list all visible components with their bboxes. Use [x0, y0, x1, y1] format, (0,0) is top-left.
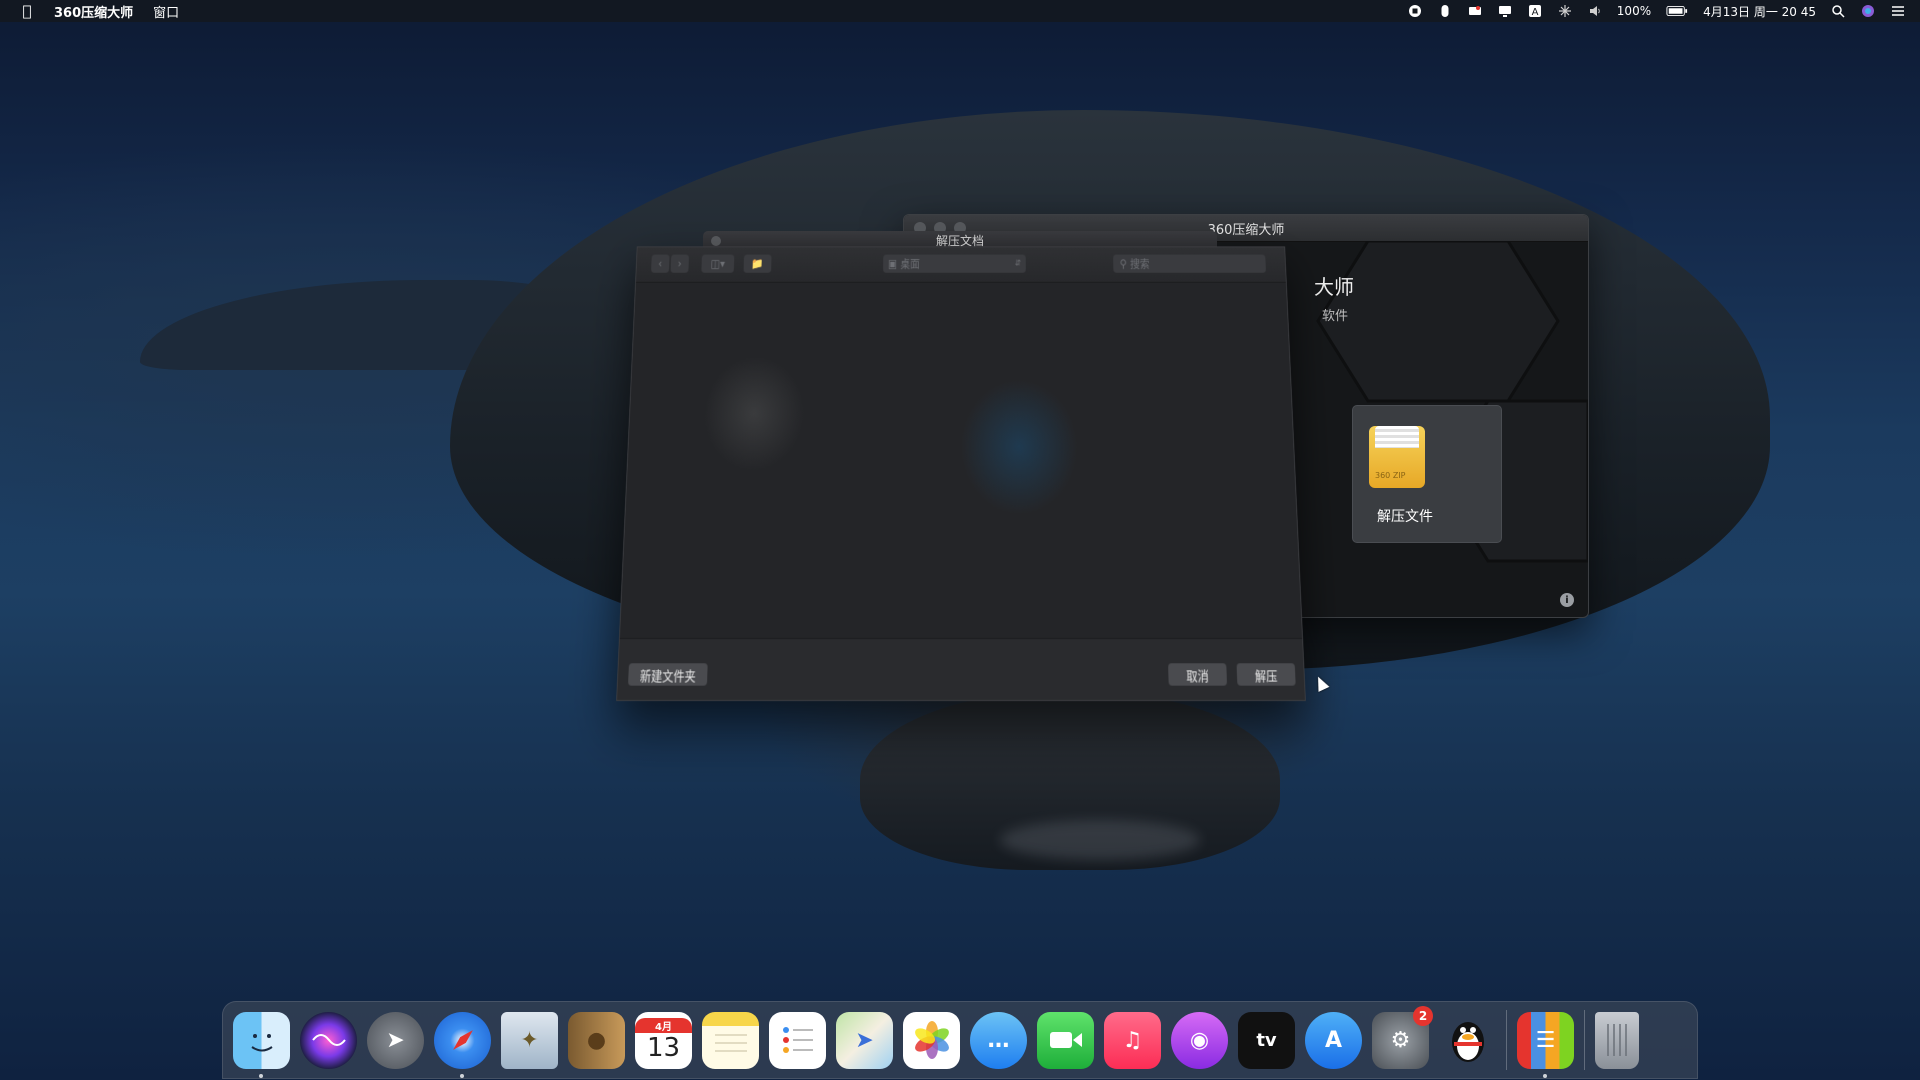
dock-podcasts[interactable]: ◉	[1171, 1011, 1228, 1069]
running-indicator	[460, 1073, 464, 1078]
dock-notes[interactable]	[702, 1011, 759, 1069]
tv-label: tv	[1256, 1029, 1277, 1051]
chevron-updown-icon: ⇵	[1014, 259, 1021, 269]
siri-icon[interactable]	[1860, 4, 1876, 18]
dock-photos[interactable]	[903, 1011, 960, 1069]
menu-datetime[interactable]: 4月13日 周一 20 45	[1703, 3, 1816, 20]
dock-360-zip[interactable]: ☰	[1517, 1011, 1574, 1078]
dock-trash[interactable]	[1595, 1011, 1639, 1069]
file-browser-area[interactable]	[619, 282, 1303, 639]
dock-reminders[interactable]	[769, 1011, 826, 1069]
menu-bar-status: A 100% 4月13日 周一 20 45	[1407, 0, 1906, 22]
app-store-a-icon: A	[1324, 1027, 1343, 1053]
calendar-month: 4月	[635, 1017, 692, 1033]
reminders-list-icon	[782, 1027, 813, 1053]
rocket-icon: ➤	[386, 1027, 405, 1053]
menu-window[interactable]: 窗口	[153, 2, 179, 21]
extract-button[interactable]: 解压	[1236, 663, 1296, 686]
dock-app-store[interactable]: A	[1305, 1011, 1362, 1069]
zip-icon-tag: 360 ZIP	[1375, 471, 1406, 480]
folder-icon: ▣	[887, 257, 898, 271]
dock-safari[interactable]	[434, 1011, 491, 1078]
dock-launchpad[interactable]: ➤	[367, 1011, 424, 1069]
extract-file-label: 解压文件	[1377, 509, 1433, 525]
extract-dialog-wrapper: ‹ › ◫▾ 📁 ▣ 桌面 ⇵ ⚲ 搜索 新建文件夹 取消 解压	[560, 229, 1360, 701]
extract-dialog: ‹ › ◫▾ 📁 ▣ 桌面 ⇵ ⚲ 搜索 新建文件夹 取消 解压	[616, 246, 1306, 701]
dialog-footer: 新建文件夹 取消 解压	[617, 638, 1305, 700]
input-a-icon[interactable]: A	[1527, 4, 1543, 18]
dock-facetime[interactable]	[1037, 1011, 1094, 1069]
compass-icon	[452, 1030, 473, 1050]
running-indicator	[259, 1073, 263, 1078]
dock-mail[interactable]: ✦	[501, 1011, 558, 1069]
message-bubble-icon: …	[987, 1027, 1010, 1053]
network-icon[interactable]	[1557, 4, 1573, 18]
dock-separator	[1506, 1010, 1507, 1070]
search-icon[interactable]	[1830, 4, 1846, 18]
desktop-wave-foam	[1000, 820, 1200, 860]
books-stack-icon: ☰	[1535, 1027, 1556, 1053]
folder-icon: 📁	[751, 257, 764, 271]
info-icon[interactable]: i	[1560, 593, 1574, 607]
music-note-icon: ♫	[1122, 1027, 1143, 1053]
calendar-day: 13	[646, 1032, 681, 1063]
dock-siri[interactable]	[300, 1011, 357, 1069]
photos-flower-icon	[914, 1021, 949, 1059]
chevron-right-icon: ›	[677, 257, 682, 271]
finder-icon	[250, 1034, 273, 1052]
dock-system-preferences[interactable]: ⚙ 2	[1372, 1005, 1433, 1069]
map-pin-icon: ➤	[855, 1027, 874, 1053]
apple-icon[interactable]: 	[18, 2, 36, 20]
chevron-left-icon: ‹	[658, 257, 663, 271]
dock-separator	[1584, 1010, 1585, 1070]
eagle-stamp-icon: ✦	[520, 1027, 539, 1053]
extract-file-card[interactable]: 360 ZIP 解压文件	[1352, 405, 1502, 543]
notes-lines-icon	[714, 1034, 747, 1052]
new-folder-toolbar-button[interactable]: 📁	[743, 254, 772, 273]
gear-icon: ⚙	[1390, 1027, 1411, 1053]
forward-button[interactable]: ›	[670, 254, 690, 273]
location-popup[interactable]: ▣ 桌面 ⇵	[883, 254, 1026, 273]
list-icon[interactable]	[1890, 4, 1906, 18]
back-button[interactable]: ‹	[651, 254, 670, 273]
battery-percent: 100%	[1616, 4, 1652, 18]
dock-maps[interactable]: ➤	[836, 1011, 893, 1069]
menu-bar:  360压缩大师 窗口 A 100% 4月13日 周一 20 45	[0, 0, 1920, 22]
new-folder-button[interactable]: 新建文件夹	[627, 663, 708, 686]
search-icon: ⚲	[1119, 257, 1128, 271]
running-indicator	[1543, 1073, 1547, 1078]
cancel-button[interactable]: 取消	[1168, 663, 1228, 686]
dock-messages[interactable]: …	[970, 1011, 1027, 1069]
location-label: 桌面	[900, 257, 920, 271]
podcast-icon: ◉	[1189, 1027, 1210, 1053]
dialog-toolbar: ‹ › ◫▾ 📁 ▣ 桌面 ⇵ ⚲ 搜索	[635, 247, 1286, 283]
search-field[interactable]: ⚲ 搜索	[1113, 254, 1267, 273]
qq-penguin-icon	[1451, 1022, 1484, 1062]
cast-icon[interactable]	[1467, 4, 1483, 18]
view-mode-button[interactable]: ◫▾	[701, 254, 735, 273]
dock-finder[interactable]	[233, 1011, 290, 1078]
svg-text:A: A	[1531, 7, 1538, 18]
display-icon[interactable]	[1497, 4, 1513, 18]
dock-qq[interactable]	[1439, 1012, 1496, 1069]
volume-icon[interactable]	[1587, 4, 1603, 18]
trash-icon	[1607, 1024, 1627, 1056]
mouse-icon[interactable]	[1437, 4, 1453, 18]
zip-archive-icon: 360 ZIP	[1369, 426, 1425, 488]
contacts-book-icon: ●	[586, 1027, 607, 1053]
dock: ➤ ✦ ● 4月 13 ➤ … ♫ ◉ tv A ⚙ 2 ☰	[222, 1001, 1698, 1079]
record-icon[interactable]	[1407, 4, 1423, 18]
columns-view-icon: ◫▾	[710, 257, 726, 271]
dock-music[interactable]: ♫	[1104, 1011, 1161, 1069]
battery-icon[interactable]	[1665, 4, 1689, 18]
search-placeholder: 搜索	[1129, 257, 1150, 271]
notification-badge: 2	[1413, 1005, 1433, 1026]
dock-tv[interactable]: tv	[1238, 1011, 1295, 1069]
dock-contacts[interactable]: ●	[568, 1011, 625, 1069]
siri-icon	[311, 1034, 346, 1046]
dock-calendar[interactable]: 4月 13	[635, 1011, 692, 1069]
video-camera-icon	[1049, 1032, 1082, 1048]
menu-app-name[interactable]: 360压缩大师	[54, 2, 133, 21]
